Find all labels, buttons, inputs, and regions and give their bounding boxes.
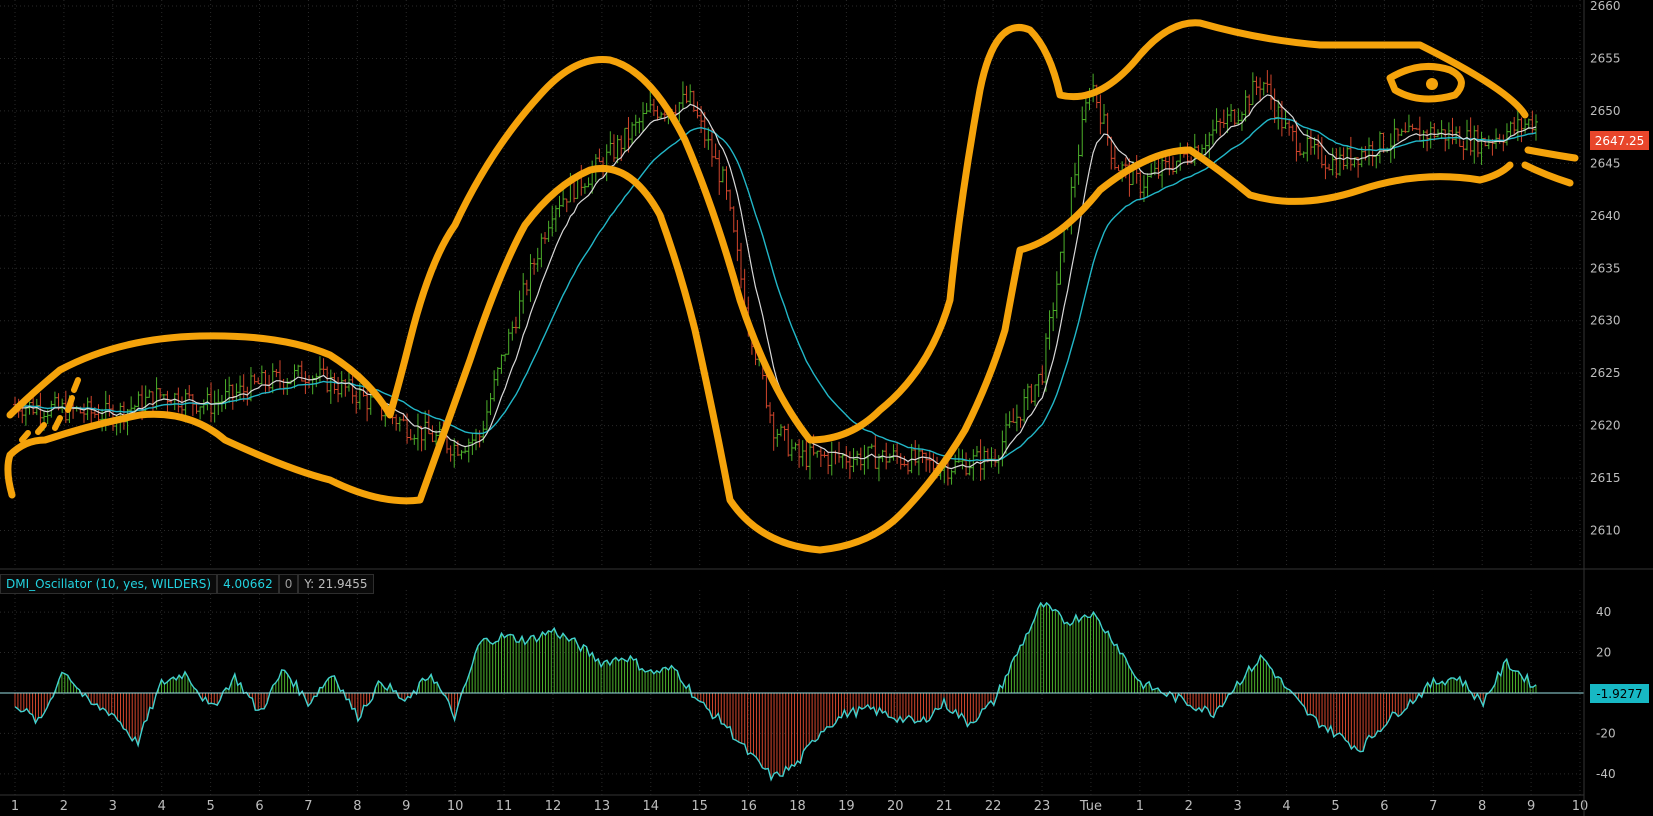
x-tick-label: 2	[60, 799, 68, 814]
snake-eye-outline	[1386, 62, 1465, 103]
x-tick-label: 23	[1034, 799, 1051, 814]
osc-y-tick-label: 20	[1596, 646, 1611, 660]
y-tick-label: 2645	[1590, 156, 1621, 170]
x-tick-label: 9	[402, 799, 410, 814]
y-tick-label: 2635	[1590, 261, 1621, 275]
y-tick-label: 2655	[1590, 51, 1621, 65]
oscillator-line	[14, 601, 1537, 782]
x-tick-label: 10	[1572, 799, 1589, 814]
snake-upper-outline	[6, 19, 1529, 444]
x-tick-label: 22	[985, 799, 1002, 814]
slow-moving-average	[14, 117, 1537, 462]
x-tick-label: 5	[1331, 799, 1339, 814]
x-tick-label: 8	[353, 799, 361, 814]
y-tick-label: 2640	[1590, 209, 1621, 223]
x-tick-label: 9	[1527, 799, 1535, 814]
oscillator-last-value-tag: -1.9277	[1590, 684, 1649, 703]
x-tick-label: 5	[206, 799, 214, 814]
last-price-tag: 2647.25	[1590, 131, 1649, 150]
osc-y-tick-label: -20	[1596, 726, 1616, 740]
x-tick-label: 1	[11, 799, 19, 814]
x-tick-label: 18	[789, 799, 806, 814]
x-tick-label: 8	[1478, 799, 1486, 814]
x-tick-label: 12	[545, 799, 562, 814]
x-tick-label: 21	[936, 799, 953, 814]
study-zero-value: 0	[278, 574, 299, 594]
y-tick-label: 2615	[1590, 471, 1621, 485]
y-tick-label: 2660	[1590, 0, 1621, 13]
x-tick-label: 13	[594, 799, 611, 814]
x-tick-label: 3	[109, 799, 117, 814]
study-y-readout: Y: 21.9455	[298, 574, 374, 594]
osc-y-tick-label: 40	[1596, 605, 1611, 619]
snake-tongue	[1521, 146, 1579, 187]
x-tick-label: 7	[1429, 799, 1437, 814]
x-tick-label: 4	[1282, 799, 1290, 814]
x-tick-label: 2	[1185, 799, 1193, 814]
x-tick-label: 11	[496, 799, 513, 814]
chart-svg: 2610261526202625263026352640264526502655…	[0, 0, 1653, 816]
snake-eye-pupil	[1426, 78, 1438, 90]
y-tick-label: 2630	[1590, 314, 1621, 328]
y-tick-label: 2620	[1590, 419, 1621, 433]
x-tick-label: 15	[691, 799, 708, 814]
x-tick-label: 10	[447, 799, 464, 814]
x-tick-label: 6	[255, 799, 263, 814]
y-tick-label: 2625	[1590, 366, 1621, 380]
x-tick-label: 16	[740, 799, 757, 814]
y-tick-label: 2610	[1590, 524, 1621, 538]
x-tick-label: 19	[838, 799, 855, 814]
study-label-bar[interactable]: DMI_Oscillator (10, yes, WILDERS) 4.0066…	[0, 574, 374, 594]
x-tick-label: 4	[158, 799, 166, 814]
study-value: 4.00662	[217, 574, 279, 594]
x-tick-label: 1	[1136, 799, 1144, 814]
time-axis: 1 2 3 4 5 6 7 8 9 10 11 12 13 14 15 16 18 19 20 21 22 23 Tue 1 2…	[11, 799, 1588, 814]
y-tick-label: 2650	[1590, 104, 1621, 118]
x-tick-label: 7	[304, 799, 312, 814]
price-axis: 2610 2615 2620 2625 2630 2635 2640 2645 2650 2655…	[1590, 0, 1621, 538]
x-tick-label: 3	[1234, 799, 1242, 814]
osc-y-tick-label: -40	[1596, 767, 1616, 781]
study-name[interactable]: DMI_Oscillator (10, yes, WILDERS)	[0, 574, 218, 594]
price-grid	[0, 0, 1584, 567]
x-tick-label: 14	[643, 799, 660, 814]
x-tick-label: Tue	[1079, 799, 1102, 814]
x-tick-label: 20	[887, 799, 904, 814]
x-tick-label: 6	[1380, 799, 1388, 814]
hand-drawn-snake-annotation	[4, 19, 1579, 554]
